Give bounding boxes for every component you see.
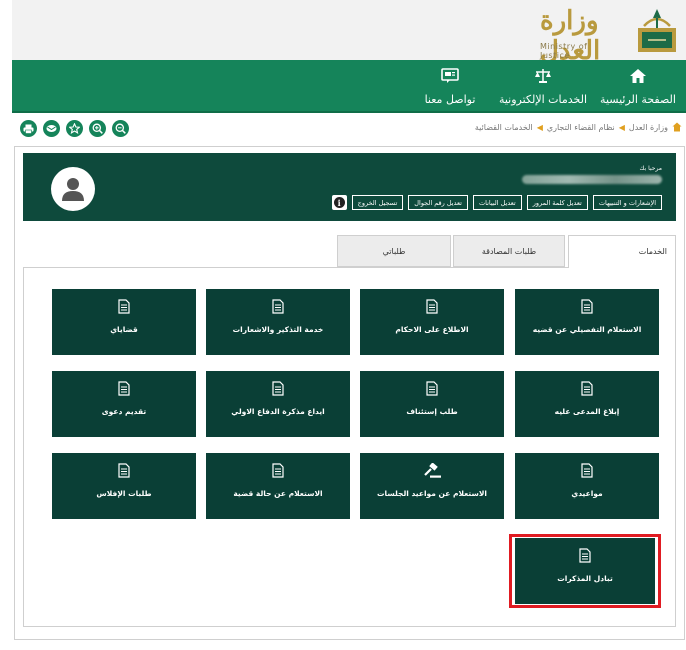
- document-icon: [579, 548, 591, 563]
- info-icon: i: [333, 197, 345, 208]
- service-tile-memo-exchange[interactable]: تبادل المذكرات: [515, 538, 655, 604]
- nav-label: تواصل معنا: [424, 93, 476, 106]
- nav-contact-us[interactable]: تواصل معنا: [410, 66, 490, 108]
- document-icon: [581, 463, 593, 478]
- tab-services[interactable]: الخدمات: [568, 235, 676, 268]
- tile-label: ايداع مذكرة الدفاع الاولي: [231, 407, 325, 416]
- info-button[interactable]: i: [331, 195, 347, 210]
- nav-label: الخدمات الإلكترونية: [498, 93, 588, 106]
- tile-label: الاستعلام التفصيلي عن قضيه: [532, 325, 642, 334]
- document-icon: [426, 381, 438, 396]
- service-tile-initial-defense-memo[interactable]: ايداع مذكرة الدفاع الاولي: [206, 371, 350, 437]
- notifications-button[interactable]: الإشعارات و التنبيهات: [592, 195, 662, 210]
- service-tile-my-cases[interactable]: قضاياي: [52, 289, 196, 355]
- zoom-out-icon[interactable]: [112, 120, 129, 137]
- document-icon: [272, 299, 284, 314]
- service-tile-notify-defendant[interactable]: إبلاغ المدعى عليه: [515, 371, 659, 437]
- user-name-blurred: [522, 175, 662, 184]
- user-icon: [62, 178, 84, 201]
- logout-button[interactable]: تسجيل الخروج: [351, 195, 404, 210]
- ministry-logo[interactable]: وزارة العدل Ministry of Justice: [540, 6, 680, 66]
- document-icon: [118, 299, 130, 314]
- document-icon: [118, 463, 130, 478]
- tile-label: طلبات الإفلاس: [96, 489, 152, 498]
- document-icon: [272, 463, 284, 478]
- nav-e-services[interactable]: الخدمات الإلكترونية: [498, 66, 588, 108]
- services-content: الاستعلام التفصيلي عن قضيه الاطلاع على ا…: [23, 267, 676, 627]
- edit-mobile-button[interactable]: تعديل رقم الجوال: [408, 195, 468, 210]
- document-icon: [581, 299, 593, 314]
- main-navigation: تواصل معنا الخدمات الإلكترونية الصفحة ال…: [12, 60, 686, 113]
- scales-icon: [535, 69, 551, 83]
- main-panel: مرحبا بك الإشعارات و التنبيهات تعديل كلم…: [14, 146, 685, 640]
- tile-label: إبلاغ المدعى عليه: [554, 407, 620, 416]
- home-icon: [630, 69, 646, 83]
- document-icon: [426, 299, 438, 314]
- service-tile-appeal-request[interactable]: طلب إستئناف: [360, 371, 504, 437]
- tile-label: تبادل المذكرات: [557, 574, 613, 583]
- toolbar: [20, 120, 129, 137]
- service-tile-session-dates-inquiry[interactable]: الاستعلام عن مواعيد الجلسات: [360, 453, 504, 519]
- tile-label: خدمة التذكير والاشعارات: [232, 325, 324, 334]
- gavel-icon: [424, 463, 441, 478]
- emblem-icon: [638, 9, 676, 52]
- tile-label: قضاياي: [110, 325, 138, 334]
- print-icon[interactable]: [20, 120, 37, 137]
- change-password-button[interactable]: تعديل كلمة المرور: [526, 195, 588, 210]
- service-tile-my-appointments[interactable]: مواعيدي: [515, 453, 659, 519]
- tile-label: الاستعلام عن مواعيد الجلسات: [377, 489, 487, 498]
- tab-certification-requests[interactable]: طلبات المصادقة: [453, 235, 565, 267]
- nav-home[interactable]: الصفحة الرئيسية: [596, 66, 680, 108]
- service-tile-view-judgments[interactable]: الاطلاع على الاحكام: [360, 289, 504, 355]
- avatar: [51, 167, 95, 211]
- service-tile-file-lawsuit[interactable]: تقديم دعوى: [52, 371, 196, 437]
- breadcrumb: وزارة العدل ◀ نظام القضاء التجاري ◀ الخد…: [475, 122, 682, 132]
- breadcrumb-separator: ◀: [536, 122, 543, 132]
- breadcrumb-home-icon[interactable]: [672, 122, 682, 132]
- zoom-in-icon[interactable]: [89, 120, 106, 137]
- user-profile-bar: مرحبا بك الإشعارات و التنبيهات تعديل كلم…: [23, 153, 676, 221]
- tile-label: الاستعلام عن حالة قضية: [233, 489, 323, 498]
- contact-icon: [441, 68, 459, 83]
- service-tile-bankruptcy-requests[interactable]: طلبات الإفلاس: [52, 453, 196, 519]
- service-tile-reminders-notifications[interactable]: خدمة التذكير والاشعارات: [206, 289, 350, 355]
- mail-icon[interactable]: [43, 120, 60, 137]
- tab-my-requests[interactable]: طلباتي: [337, 235, 451, 267]
- document-icon: [118, 381, 130, 396]
- breadcrumb-bar: وزارة العدل ◀ نظام القضاء التجاري ◀ الخد…: [12, 116, 686, 142]
- document-icon: [272, 381, 284, 396]
- tile-label: الاطلاع على الاحكام: [395, 325, 469, 334]
- breadcrumb-item[interactable]: وزارة العدل: [629, 123, 668, 132]
- edit-data-button[interactable]: تعديل البيانات: [472, 195, 522, 210]
- service-tile-case-status-inquiry[interactable]: الاستعلام عن حالة قضية: [206, 453, 350, 519]
- profile-buttons: الإشعارات و التنبيهات تعديل كلمة المرور …: [331, 195, 662, 210]
- breadcrumb-item[interactable]: نظام القضاء التجاري: [547, 123, 615, 132]
- logo-english-text: Ministry of Justice: [540, 42, 588, 60]
- nav-label: الصفحة الرئيسية: [600, 93, 676, 106]
- star-icon[interactable]: [66, 120, 83, 137]
- tile-label: طلب إستئناف: [406, 407, 458, 416]
- top-bar: وزارة العدل Ministry of Justice: [12, 0, 686, 66]
- breadcrumb-separator: ◀: [618, 122, 625, 132]
- tile-label: تقديم دعوى: [101, 407, 147, 416]
- welcome-text: مرحبا بك: [639, 165, 662, 172]
- tile-label: مواعيدي: [571, 489, 603, 498]
- service-tile-detailed-case-inquiry[interactable]: الاستعلام التفصيلي عن قضيه: [515, 289, 659, 355]
- breadcrumb-item: الخدمات القضائية: [474, 122, 533, 132]
- document-icon: [581, 381, 593, 396]
